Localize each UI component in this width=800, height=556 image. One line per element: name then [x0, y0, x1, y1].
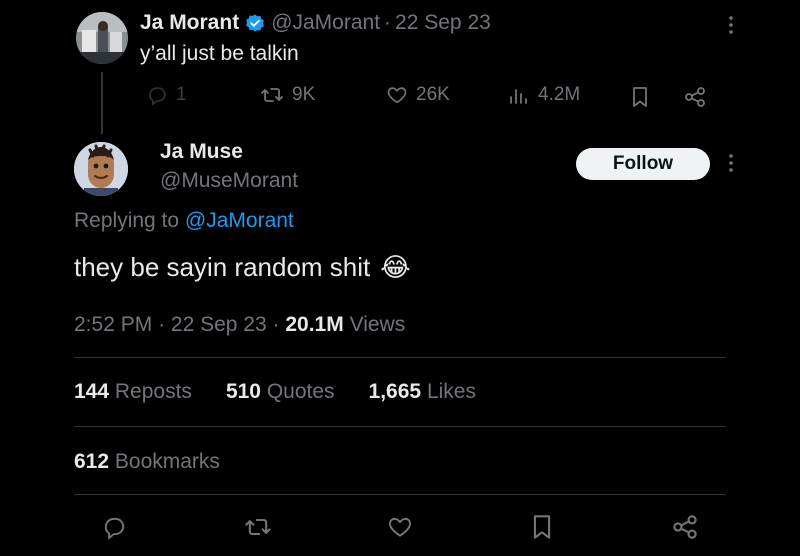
- parent-handle[interactable]: @JaMorant: [271, 11, 380, 35]
- tweet-date[interactable]: 22 Sep 23: [171, 313, 267, 336]
- parent-like-action[interactable]: 26K: [386, 84, 450, 106]
- separator-dot: ·: [384, 11, 392, 34]
- views-label: Views: [349, 313, 406, 336]
- parent-tweet-text: y’all just be talkin: [140, 42, 299, 65]
- main-handle[interactable]: @MuseMorant: [160, 169, 298, 193]
- bookmarks-count: 612: [74, 450, 110, 473]
- divider-3: [74, 494, 726, 495]
- views-icon: [510, 89, 527, 104]
- parent-reply-count: 1: [176, 84, 187, 105]
- main-more-icon[interactable]: [722, 152, 740, 174]
- tweet-time[interactable]: 2:52 PM: [74, 313, 152, 336]
- verified-badge-icon: [245, 13, 265, 33]
- follow-button[interactable]: Follow: [576, 148, 710, 180]
- quotes-stat[interactable]: 510 Quotes: [226, 380, 335, 404]
- main-avatar[interactable]: [74, 142, 128, 196]
- bookmark-icon[interactable]: [530, 514, 554, 540]
- parent-like-count: 26K: [416, 84, 450, 105]
- parent-bookmark-icon[interactable]: [630, 86, 650, 108]
- parent-author-name[interactable]: Ja Morant: [140, 11, 239, 35]
- like-icon: [387, 87, 407, 104]
- divider-2: [74, 426, 726, 427]
- parent-reply-action[interactable]: 1: [146, 84, 187, 106]
- main-tweet-text: they be sayin random shit 😂: [74, 252, 411, 283]
- likes-stat[interactable]: 1,665 Likes: [369, 380, 476, 404]
- parent-more-icon[interactable]: [722, 14, 740, 36]
- quotes-label: Quotes: [266, 380, 335, 403]
- like-icon[interactable]: [387, 514, 413, 540]
- repost-icon: [261, 88, 283, 102]
- reposts-count: 144: [74, 380, 110, 403]
- meta-separator-1: ·: [158, 313, 166, 336]
- views-count: 20.1M: [285, 313, 344, 336]
- bookmarks-label: Bookmarks: [114, 450, 220, 473]
- tweet-meta-line: 2:52 PM · 22 Sep 23 · 20.1M Views: [74, 313, 405, 337]
- thread-connector-line: [101, 72, 103, 134]
- main-author-name[interactable]: Ja Muse: [160, 140, 243, 164]
- reposts-stat[interactable]: 144 Reposts: [74, 380, 192, 404]
- parent-views-action[interactable]: 4.2M: [508, 84, 580, 106]
- meta-separator-2: ·: [272, 313, 280, 336]
- laughing-emoji-icon: 😂: [380, 252, 411, 283]
- quotes-count: 510: [225, 380, 261, 403]
- replying-to-handle-link[interactable]: @JaMorant: [185, 209, 294, 232]
- repost-icon[interactable]: [244, 514, 272, 540]
- divider-1: [74, 357, 726, 358]
- replying-to-line: Replying to @JaMorant: [74, 209, 294, 233]
- replying-to-prefix: Replying to: [74, 209, 180, 232]
- reply-icon: [149, 87, 166, 106]
- parent-tweet-header: Ja Morant @JaMorant · 22 Sep 23: [140, 9, 491, 37]
- engagement-stats: 144 Reposts 510 Quotes 1,665 Likes: [74, 380, 476, 404]
- parent-date[interactable]: 22 Sep 23: [395, 11, 491, 35]
- reposts-label: Reposts: [114, 380, 192, 403]
- parent-repost-count: 9K: [292, 84, 316, 105]
- share-icon[interactable]: [672, 514, 698, 540]
- likes-label: Likes: [426, 380, 476, 403]
- likes-count: 1,665: [368, 380, 422, 403]
- parent-avatar[interactable]: [76, 12, 128, 64]
- reply-icon[interactable]: [101, 514, 127, 540]
- parent-share-icon[interactable]: [684, 86, 706, 108]
- main-tweet-body: they be sayin random shit: [74, 252, 371, 282]
- parent-repost-action[interactable]: 9K: [260, 84, 315, 106]
- bookmarks-stat[interactable]: 612 Bookmarks: [74, 450, 220, 474]
- parent-views-count: 4.2M: [538, 84, 581, 105]
